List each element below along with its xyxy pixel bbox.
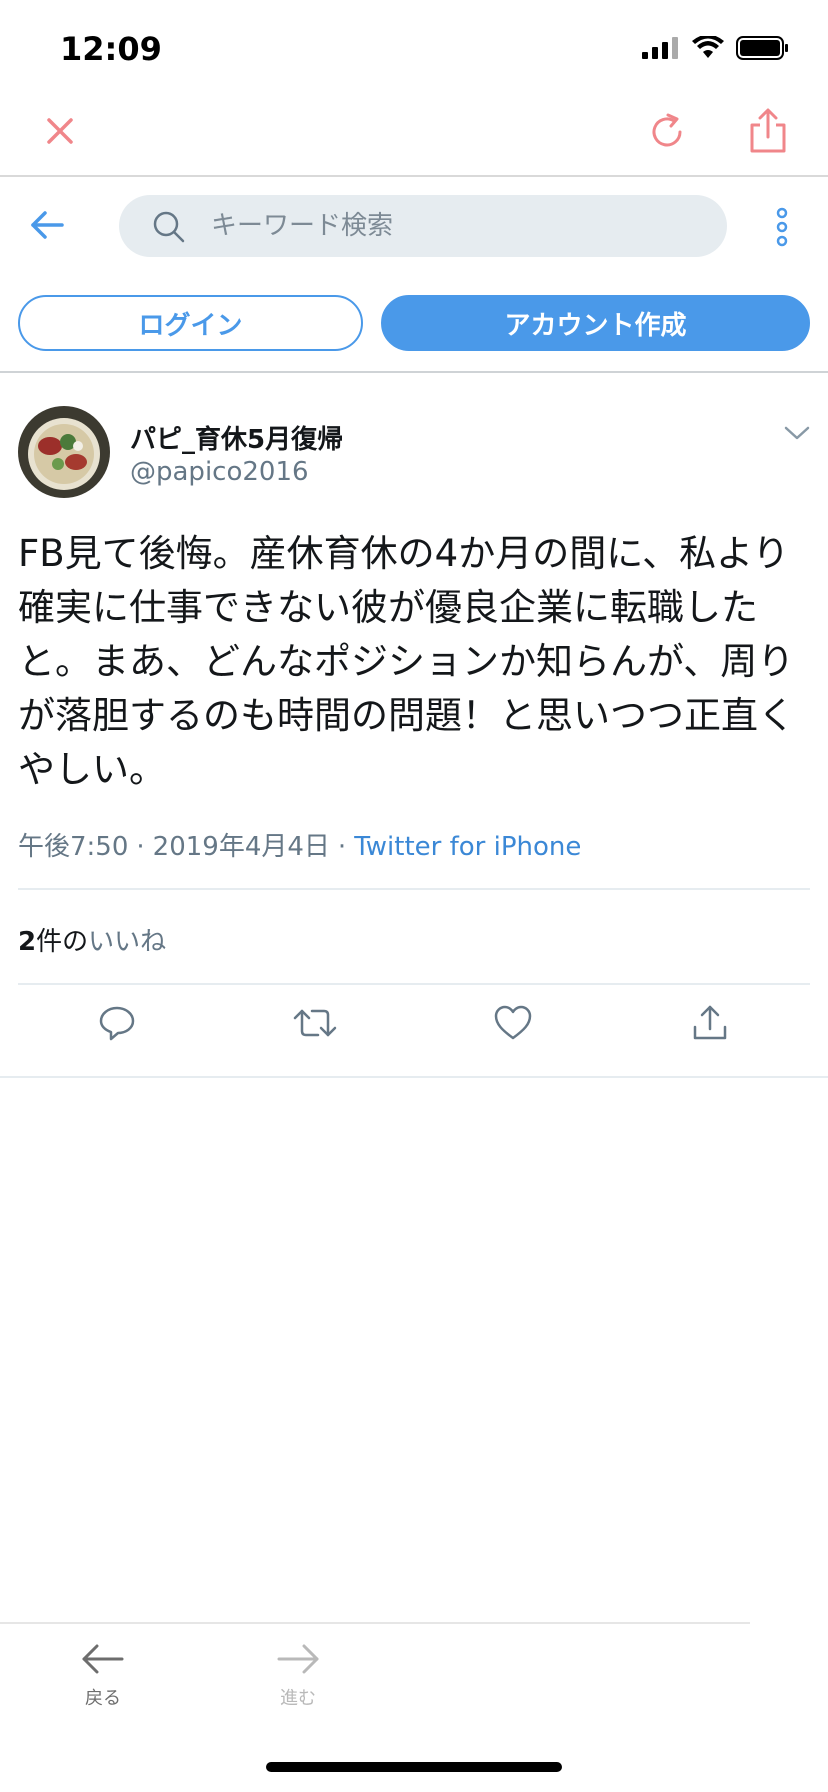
meta-separator: · — [337, 832, 347, 862]
chevron-down-icon[interactable] — [782, 423, 812, 443]
back-arrow-icon[interactable] — [28, 207, 68, 243]
search-box[interactable] — [119, 195, 727, 257]
retweet-icon[interactable] — [292, 1003, 338, 1043]
tweet-source-link[interactable]: Twitter for iPhone — [354, 832, 581, 862]
status-icons — [642, 36, 790, 60]
tweet-date[interactable]: 2019年4月4日 — [153, 832, 330, 862]
divider — [0, 1076, 828, 1078]
meta-separator: · — [136, 832, 145, 862]
reply-icon[interactable] — [97, 1003, 137, 1043]
wifi-icon — [692, 36, 724, 58]
back-label: 戻る — [85, 1688, 121, 1709]
login-button[interactable]: ログイン — [18, 295, 363, 351]
signal-icon — [642, 37, 678, 59]
share-tweet-icon[interactable] — [690, 1003, 730, 1043]
reload-icon[interactable] — [644, 109, 690, 155]
arrow-left-icon — [82, 1644, 124, 1674]
browser-bar — [0, 95, 828, 177]
like-icon[interactable] — [492, 1003, 534, 1043]
tweet-text: FB見て後悔。産休育休の4か月の間に、私より確実に仕事できない彼が優良企業に転職… — [18, 532, 795, 791]
divider — [0, 1622, 750, 1624]
signup-button[interactable]: アカウント作成 — [381, 295, 810, 351]
more-icon[interactable] — [770, 205, 794, 249]
arrow-right-icon — [277, 1644, 319, 1674]
likes-unit: 件の — [36, 927, 89, 957]
divider — [18, 888, 810, 890]
close-icon[interactable] — [40, 111, 80, 151]
likes-summary[interactable]: 2件のいいね — [18, 921, 166, 958]
likes-count: 2 — [18, 927, 37, 957]
tweet-actions — [0, 1003, 828, 1063]
battery-icon — [736, 36, 788, 60]
twitter-header: ログイン アカウント作成 — [0, 177, 828, 373]
forward-label: 進む — [280, 1688, 316, 1709]
user-handle[interactable]: @papico2016 — [130, 457, 309, 487]
avatar[interactable] — [18, 406, 110, 498]
display-name[interactable]: パピ_育休5月復帰 — [130, 419, 343, 456]
home-indicator[interactable] — [266, 1762, 562, 1772]
status-time: 12:09 — [60, 30, 162, 68]
share-icon[interactable] — [746, 107, 790, 157]
tweet-meta: 午後7:50 · 2019年4月4日 · Twitter for iPhone — [18, 826, 581, 863]
back-button[interactable]: 戻る — [58, 1642, 148, 1710]
search-input[interactable] — [211, 195, 691, 257]
likes-label: いいね — [88, 927, 167, 957]
search-icon — [153, 211, 185, 243]
status-bar: 12:09 — [0, 0, 828, 95]
forward-button[interactable]: 進む — [253, 1642, 343, 1710]
divider — [18, 983, 810, 985]
tweet-time[interactable]: 午後7:50 — [18, 832, 128, 862]
